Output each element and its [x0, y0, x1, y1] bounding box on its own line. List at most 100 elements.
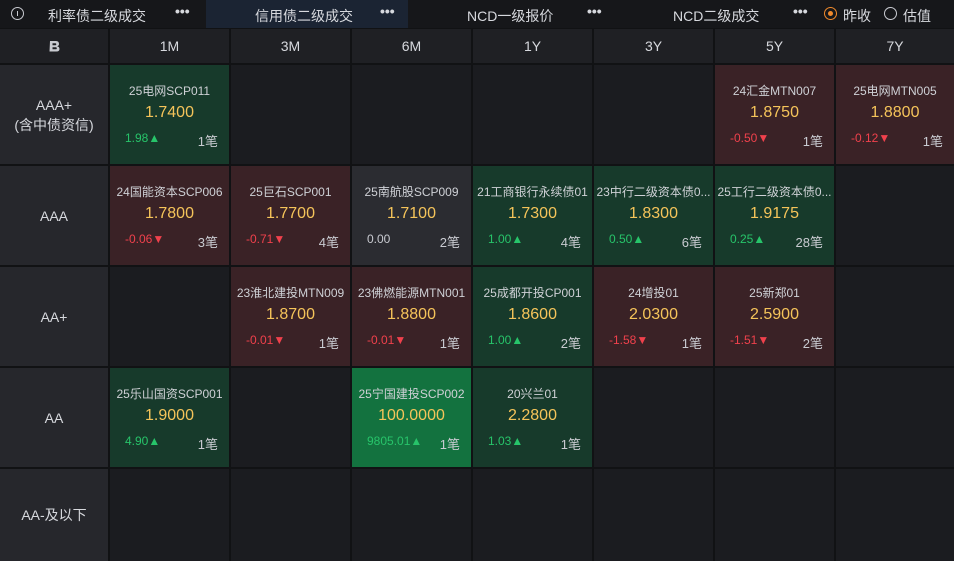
- bond-yield: 1.8750: [750, 104, 799, 121]
- bond-cell[interactable]: 25宁国建投SCP002 100.0000 9805.01▲ 1笔: [352, 368, 471, 467]
- bond-name: 21工商银行永续债01: [477, 185, 588, 199]
- bond-yield: 1.8700: [266, 306, 315, 323]
- bond-yield: 1.7300: [508, 205, 557, 222]
- bond-name: 25乐山国资SCP001: [116, 387, 223, 401]
- bond-yield: 1.8800: [870, 104, 920, 121]
- tab-bar: 利率债二级成交 ••• 信用债二级成交 ••• NCD一级报价 ••• NCD二…: [0, 0, 954, 28]
- bond-change: -1.58▼: [609, 333, 649, 347]
- column-header-7y[interactable]: 7Y: [836, 29, 954, 63]
- bond-cell[interactable]: 21工商银行永续债01 1.7300 1.00▲ 4笔: [473, 166, 592, 265]
- bond-change: 1.00▲: [488, 232, 524, 246]
- radio-prev-close-label[interactable]: 昨收: [843, 6, 871, 26]
- bond-yield: 1.7800: [145, 205, 194, 222]
- tab-label: NCD一级报价: [467, 8, 554, 24]
- bond-name: 25电网SCP011: [128, 84, 211, 98]
- bond-cell[interactable]: 23中行二级资本债0... 1.8300 0.50▲ 6笔: [594, 166, 713, 265]
- bond-name: 25电网MTN005: [853, 84, 937, 98]
- bond-change: 0.50▲: [609, 232, 645, 246]
- bond-cell[interactable]: 24国能资本SCP006 1.7800 -0.06▼ 3笔: [110, 166, 229, 265]
- empty-cell: [473, 469, 592, 561]
- bond-cell[interactable]: 24汇金MTN007 1.8750 -0.50▼ 1笔: [715, 65, 834, 164]
- bond-cell[interactable]: 25成都开投CP001 1.8600 1.00▲ 2笔: [473, 267, 592, 366]
- bond-change: 1.03▲: [488, 434, 524, 448]
- bond-change: -0.01▼: [367, 333, 407, 347]
- bond-change: -0.06▼: [125, 232, 165, 246]
- bond-yield: 1.8800: [387, 306, 436, 323]
- bond-name: 25新郑01: [749, 286, 800, 300]
- column-header-5y[interactable]: 5Y: [715, 29, 834, 63]
- bond-name: 23淮北建投MTN009: [236, 286, 345, 300]
- bond-cell[interactable]: 24增投01 2.0300 -1.58▼ 1笔: [594, 267, 713, 366]
- bond-cell[interactable]: 25乐山国资SCP001 1.9000 4.90▲ 1笔: [110, 368, 229, 467]
- bond-yield: 1.7700: [266, 205, 315, 222]
- bond-change: 4.90▲: [125, 434, 161, 448]
- tab-credit-bond-secondary[interactable]: 信用债二级成交 •••: [206, 0, 408, 28]
- tab-label: 信用债二级成交: [255, 8, 353, 24]
- row-header-label: AAA: [39, 207, 68, 224]
- row-header-label: AA: [44, 409, 64, 426]
- bond-name: 24国能资本SCP006: [116, 185, 223, 199]
- bond-cell[interactable]: 23佛燃能源MTN001 1.8800 -0.01▼ 1笔: [352, 267, 471, 366]
- radio-prev-close[interactable]: [824, 7, 837, 20]
- empty-cell: [352, 65, 471, 164]
- bond-cell[interactable]: 25南航股SCP009 1.7100 0.00 2笔: [352, 166, 471, 265]
- empty-cell: [836, 267, 954, 366]
- bond-yield: 2.2800: [508, 407, 557, 424]
- trade-count: 3笔: [197, 235, 218, 250]
- more-icon[interactable]: •••: [175, 3, 190, 19]
- bond-cell[interactable]: 25工行二级资本债0... 1.9175 0.25▲ 28笔: [715, 166, 834, 265]
- bond-yield: 1.7400: [145, 104, 194, 121]
- bond-name: 25工行二级资本债0...: [717, 185, 832, 199]
- bond-yield: 2.0300: [629, 306, 678, 323]
- bond-name: 25巨石SCP001: [249, 185, 332, 199]
- bond-change: -0.50▼: [730, 131, 770, 145]
- column-header-3m[interactable]: 3M: [231, 29, 350, 63]
- bond-cell[interactable]: 25电网SCP011 1.7400 1.98▲ 1笔: [110, 65, 229, 164]
- empty-cell: [110, 267, 229, 366]
- column-header-1y[interactable]: 1Y: [473, 29, 592, 63]
- bond-cell[interactable]: 25电网MTN005 1.8800 -0.12▼ 1笔: [836, 65, 954, 164]
- row-header: AA+: [0, 267, 108, 366]
- column-header-3y[interactable]: 3Y: [594, 29, 713, 63]
- bond-name: 24汇金MTN007: [732, 84, 817, 98]
- trade-count: 1笔: [439, 437, 460, 452]
- empty-cell: [836, 166, 954, 265]
- row-header-label: AA+: [40, 308, 68, 325]
- empty-cell: [231, 368, 350, 467]
- row-header-sublabel: (含中债资信): [14, 116, 94, 133]
- tab-ncd-primary-quote[interactable]: NCD一级报价 •••: [408, 0, 612, 28]
- bond-cell[interactable]: 20兴兰01 2.2800 1.03▲ 1笔: [473, 368, 592, 467]
- column-header-6m[interactable]: 6M: [352, 29, 471, 63]
- more-icon[interactable]: •••: [587, 3, 602, 19]
- bond-name: 23佛燃能源MTN001: [357, 286, 466, 300]
- empty-cell: [594, 469, 713, 561]
- trade-count: 1笔: [197, 437, 218, 452]
- more-icon[interactable]: •••: [380, 3, 395, 19]
- bond-yield: 1.9000: [145, 407, 194, 424]
- trade-count: 4笔: [560, 235, 581, 250]
- empty-cell: [231, 469, 350, 561]
- row-header: AA-及以下: [0, 469, 108, 561]
- row-header: AAA+ (含中债资信): [0, 65, 108, 164]
- bond-cell[interactable]: 23淮北建投MTN009 1.8700 -0.01▼ 1笔: [231, 267, 350, 366]
- radio-valuation[interactable]: [884, 7, 897, 20]
- bond-cell[interactable]: 25巨石SCP001 1.7700 -0.71▼ 4笔: [231, 166, 350, 265]
- bond-name: 23中行二级资本债0...: [596, 185, 711, 199]
- bond-name: 25南航股SCP009: [364, 185, 459, 199]
- radio-valuation-label[interactable]: 估值: [903, 6, 931, 26]
- more-icon[interactable]: •••: [793, 3, 808, 19]
- bond-name: 25宁国建投SCP002: [358, 387, 465, 401]
- empty-cell: [352, 469, 471, 561]
- info-icon[interactable]: [11, 7, 24, 20]
- bond-change: -0.71▼: [246, 232, 286, 246]
- row-header-label: AA-及以下: [21, 507, 87, 523]
- bond-cell[interactable]: 25新郑01 2.5900 -1.51▼ 2笔: [715, 267, 834, 366]
- bond-yield: 1.8300: [629, 205, 678, 222]
- tab-rate-bond-secondary[interactable]: 利率债二级成交 •••: [30, 0, 206, 28]
- tab-ncd-secondary[interactable]: NCD二级成交 •••: [612, 0, 816, 28]
- bond-yield: 1.7100: [387, 205, 436, 222]
- bond-change: 1.00▲: [488, 333, 524, 347]
- column-header-1m[interactable]: 1M: [110, 29, 229, 63]
- bond-change: 0.25▲: [730, 232, 766, 246]
- trade-count: 28笔: [795, 235, 823, 250]
